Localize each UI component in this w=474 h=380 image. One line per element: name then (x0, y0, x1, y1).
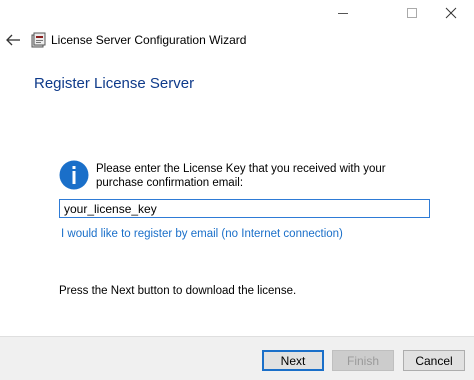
instruction-text: Press the Next button to download the li… (59, 285, 297, 297)
close-icon (445, 7, 457, 19)
minimize-icon (338, 13, 348, 14)
license-key-input[interactable] (59, 199, 430, 218)
app-icon (31, 32, 46, 48)
maximize-icon (407, 8, 417, 18)
info-text: Please enter the License Key that you re… (96, 163, 386, 189)
maximize-button[interactable] (394, 0, 430, 26)
minimize-button[interactable] (325, 0, 361, 26)
next-button[interactable]: Next (262, 350, 324, 371)
info-icon (59, 160, 89, 190)
close-button[interactable] (433, 0, 469, 26)
back-button[interactable] (4, 32, 22, 48)
cancel-button[interactable]: Cancel (403, 350, 465, 371)
window-title: License Server Configuration Wizard (51, 33, 247, 47)
page-heading: Register License Server (34, 75, 195, 92)
back-arrow-icon (6, 34, 20, 46)
register-by-email-link[interactable]: I would like to register by email (no In… (61, 228, 343, 240)
finish-button[interactable]: Finish (332, 350, 394, 371)
